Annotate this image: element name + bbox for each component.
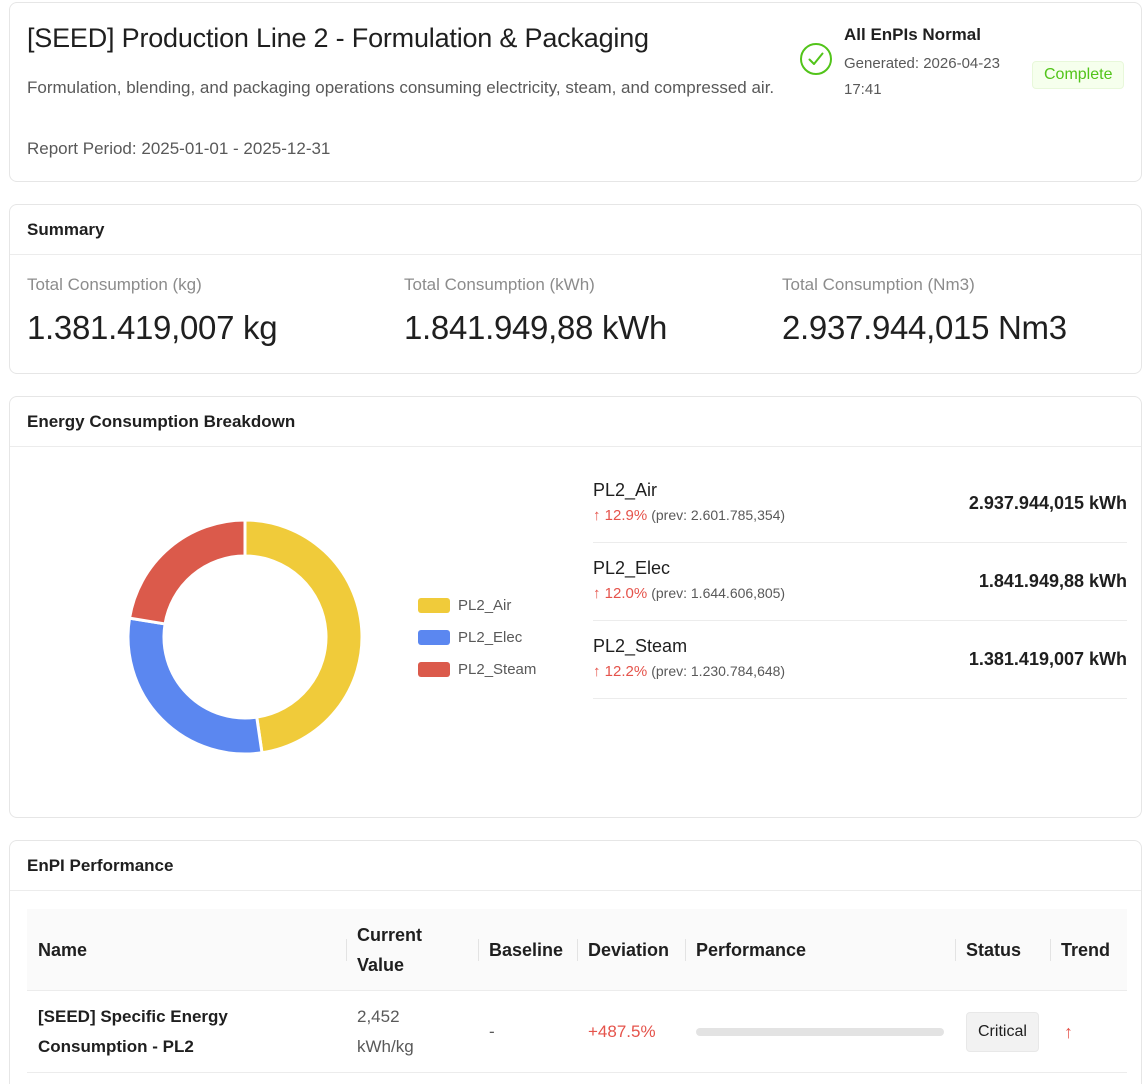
generated-timestamp: Generated: 2026-04-23 17:41 (844, 55, 1000, 98)
cell-current-value: 2,452 kWh/kg (357, 1007, 414, 1056)
list-item: PL2_Air ↑ 12.9% (prev: 2.601.785,354) 2.9… (593, 465, 1127, 543)
cell-performance (696, 991, 944, 1073)
arrow-up-icon: ↑ (593, 663, 601, 680)
page-title: [SEED] Production Line 2 - Formulation &… (27, 23, 649, 53)
legend-swatch (418, 629, 450, 645)
cell-status: Critical (966, 991, 1039, 1073)
cell-deviation: +487.5% (588, 1022, 656, 1041)
arrow-up-icon: ↑ (593, 507, 601, 524)
consumption-donut-chart[interactable] (115, 507, 375, 767)
check-circle-icon (800, 43, 832, 75)
enpi-title: EnPI Performance (10, 841, 1141, 891)
stat-value: 2.937.944,015 Nm3 (782, 309, 1067, 346)
col-baseline[interactable]: Baseline (477, 909, 563, 991)
donut-slice-pl2-air[interactable] (243, 518, 364, 755)
cell-trend: ↑ (1064, 991, 1073, 1073)
breakdown-change: ↑ 12.0% (prev: 1.644.606,805) (593, 585, 786, 602)
status-badge: Critical (966, 1012, 1039, 1052)
legend-item-air[interactable]: PL2_Air (418, 589, 536, 621)
legend-label: PL2_Elec (458, 628, 523, 646)
col-current-value[interactable]: Current Value (346, 909, 437, 991)
col-name[interactable]: Name (38, 909, 87, 991)
enpi-status-title: All EnPIs Normal (844, 25, 981, 44)
report-period: Report Period: 2025-01-01 - 2025-12-31 (27, 139, 330, 159)
legend-label: PL2_Air (458, 596, 512, 614)
legend-item-steam[interactable]: PL2_Steam (418, 653, 536, 685)
stat-label: Total Consumption (kWh) (404, 275, 595, 294)
summary-stat-kwh: Total Consumption (kWh) 1.841.949,88 kWh (404, 275, 667, 347)
legend-label: PL2_Steam (458, 660, 537, 678)
chart-legend: PL2_Air PL2_Elec PL2_Steam (418, 589, 536, 685)
table-header: Name Current Value Baseline Deviation Pe… (27, 909, 1127, 991)
arrow-up-icon: ↑ (593, 585, 601, 602)
list-item: PL2_Steam ↑ 12.2% (prev: 1.230.784,648) 1… (593, 621, 1127, 699)
cell-name: [SEED] Specific Energy Consumption - PL2 (38, 1007, 228, 1056)
summary-card: Summary Total Consumption (kg) 1.381.419… (9, 204, 1142, 374)
trend-up-icon: ↑ (1064, 1022, 1073, 1042)
breakdown-name: PL2_Air (593, 480, 658, 500)
legend-swatch (418, 661, 450, 677)
breakdown-change: ↑ 12.2% (prev: 1.230.784,648) (593, 663, 786, 680)
cell-baseline: - (489, 1022, 495, 1041)
report-period-value: 2025-01-01 - 2025-12-31 (141, 139, 331, 158)
stat-label: Total Consumption (Nm3) (782, 275, 975, 294)
breakdown-value: 1.381.419,007 kWh (968, 649, 1127, 669)
legend-item-elec[interactable]: PL2_Elec (418, 621, 536, 653)
enpi-table: Name Current Value Baseline Deviation Pe… (27, 909, 1127, 1073)
breakdown-list: PL2_Air ↑ 12.9% (prev: 2.601.785,354) 2.9… (593, 465, 1127, 699)
donut-slice-pl2-steam[interactable] (127, 518, 247, 626)
stat-value: 1.381.419,007 kg (27, 309, 278, 346)
energy-breakdown-card: Energy Consumption Breakdown PL2_Air PL2… (9, 396, 1142, 818)
col-performance[interactable]: Performance (684, 909, 806, 991)
report-period-label: Report Period: (27, 139, 137, 158)
list-item: PL2_Elec ↑ 12.0% (prev: 1.644.606,805) 1.… (593, 543, 1127, 621)
report-description: Formulation, blending, and packaging ope… (27, 78, 775, 97)
breakdown-value: 1.841.949,88 kWh (978, 571, 1127, 591)
complete-status-badge: Complete (1032, 61, 1125, 89)
performance-progress-bar (696, 1028, 944, 1036)
summary-stat-kg: Total Consumption (kg) 1.381.419,007 kg (27, 275, 278, 347)
enpi-performance-card: EnPI Performance Name Current Value Base… (9, 840, 1142, 1084)
breakdown-title: Energy Consumption Breakdown (10, 397, 1141, 447)
breakdown-name: PL2_Elec (593, 558, 671, 578)
col-trend[interactable]: Trend (1049, 909, 1110, 991)
summary-stat-nm3: Total Consumption (Nm3) 2.937.944,015 Nm… (782, 275, 1067, 347)
legend-swatch (418, 597, 450, 613)
col-status[interactable]: Status (954, 909, 1021, 991)
breakdown-name: PL2_Steam (593, 636, 688, 656)
report-header-card: [SEED] Production Line 2 - Formulation &… (9, 2, 1142, 182)
table-row[interactable]: [SEED] Specific Energy Consumption - PL2… (27, 991, 1127, 1073)
donut-slice-pl2-elec[interactable] (126, 616, 264, 756)
stat-value: 1.841.949,88 kWh (404, 309, 668, 346)
breakdown-value: 2.937.944,015 kWh (968, 493, 1127, 513)
stat-label: Total Consumption (kg) (27, 275, 202, 294)
breakdown-change: ↑ 12.9% (prev: 2.601.785,354) (593, 507, 786, 524)
col-deviation[interactable]: Deviation (576, 909, 669, 991)
summary-title: Summary (10, 205, 1141, 255)
